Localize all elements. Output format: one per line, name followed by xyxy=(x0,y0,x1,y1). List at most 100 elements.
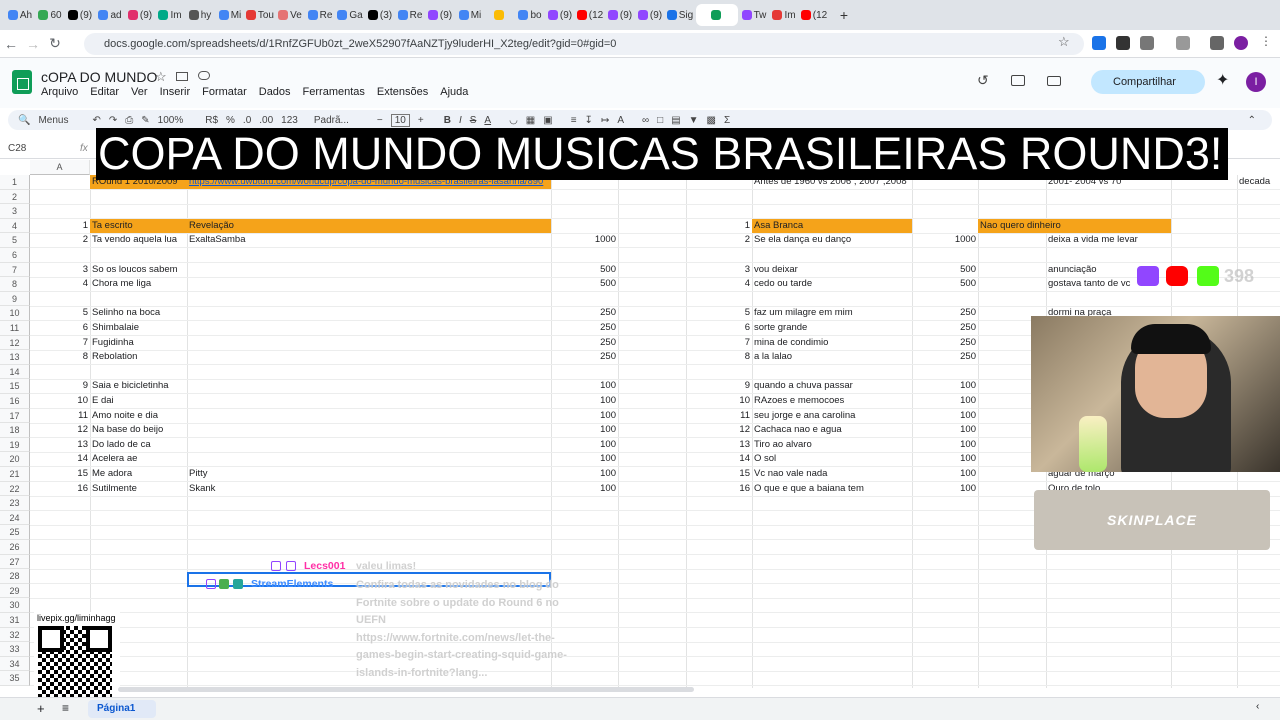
browser-tab[interactable]: (9) xyxy=(606,4,634,26)
cell-artist[interactable] xyxy=(187,379,287,393)
cell-points[interactable]: 100 xyxy=(912,409,978,423)
row-header[interactable]: 34 xyxy=(0,656,30,672)
browser-tab[interactable]: Re xyxy=(306,4,334,26)
text-color-icon[interactable]: A xyxy=(484,115,491,126)
cell-num[interactable]: 2 xyxy=(686,233,752,247)
row-header[interactable]: 14 xyxy=(0,364,30,380)
currency-button[interactable]: R$ xyxy=(205,115,218,126)
browser-tab[interactable]: Im xyxy=(770,4,798,26)
cell-num[interactable]: 7 xyxy=(30,336,90,350)
print-icon[interactable]: ⎙ xyxy=(125,115,133,126)
cell-song[interactable]: mina de condimio xyxy=(752,336,912,350)
cell-song[interactable]: O sol xyxy=(752,452,912,466)
browser-tab[interactable]: (9) xyxy=(126,4,154,26)
row-header[interactable]: 10 xyxy=(0,306,30,321)
browser-tab[interactable]: hy xyxy=(186,4,214,26)
cell-num[interactable]: 12 xyxy=(30,423,90,437)
cell-points[interactable]: 1000 xyxy=(912,233,978,247)
cell-song[interactable]: Do lado de ca xyxy=(90,438,187,452)
cell-num[interactable]: 4 xyxy=(30,277,90,291)
cell-artist[interactable]: ExaltaSamba xyxy=(187,233,287,247)
menu-icon[interactable]: ⋮ xyxy=(1260,34,1274,48)
comment-icon[interactable]: □ xyxy=(657,115,663,126)
meet-icon[interactable] xyxy=(1047,76,1061,86)
extension-icon[interactable] xyxy=(1092,36,1106,50)
cell-header[interactable]: Ta escrito xyxy=(90,218,187,233)
cell-num[interactable]: 7 xyxy=(686,336,752,350)
row-header[interactable]: 12 xyxy=(0,335,30,351)
cell-song[interactable]: Fugidinha xyxy=(90,336,187,350)
row-header[interactable]: 9 xyxy=(0,291,30,307)
cell-song[interactable]: Selinho na boca xyxy=(90,306,187,320)
cell-points[interactable]: 100 xyxy=(551,379,618,393)
cell-song[interactable]: Cachaca nao e agua xyxy=(752,423,912,437)
extension-icon[interactable] xyxy=(1210,36,1224,50)
cell-song[interactable]: Chora me liga xyxy=(90,277,187,291)
row-header[interactable]: 30 xyxy=(0,598,30,613)
row-header[interactable]: 2 xyxy=(0,189,30,205)
cell-num[interactable]: 14 xyxy=(686,452,752,466)
menu-item[interactable]: Extensões xyxy=(377,86,428,98)
row-header[interactable]: 23 xyxy=(0,496,30,511)
browser-tab[interactable]: Tou xyxy=(246,4,274,26)
cell-points[interactable]: 1000 xyxy=(551,233,618,247)
link-icon[interactable]: ∞ xyxy=(642,115,649,126)
collapse-icon[interactable]: ⌃ xyxy=(1248,115,1256,126)
cell-song[interactable]: RAzoes e memocoes xyxy=(752,394,912,408)
browser-tab[interactable] xyxy=(696,4,738,26)
row-header[interactable]: 21 xyxy=(0,467,30,482)
cell-song[interactable]: vou deixar xyxy=(752,263,912,277)
cell-points[interactable]: 100 xyxy=(551,394,618,408)
cell-song[interactable]: seu jorge e ana carolina xyxy=(752,409,912,423)
cell-song[interactable]: Se ela dança eu danço xyxy=(752,233,912,247)
cell-num[interactable]: 10 xyxy=(686,394,752,408)
undo-icon[interactable]: ↶ xyxy=(92,115,100,126)
cell-song[interactable]: Ta vendo aquela lua xyxy=(90,233,187,247)
menu-item[interactable]: Editar xyxy=(90,86,119,98)
browser-tab[interactable]: (9) xyxy=(636,4,664,26)
cell-points[interactable]: 250 xyxy=(912,321,978,335)
cell-points[interactable]: 250 xyxy=(912,306,978,320)
zoom-select[interactable]: 100% xyxy=(158,115,184,126)
cell-song[interactable]: Amo noite e dia xyxy=(90,409,187,423)
browser-tab[interactable]: Im xyxy=(156,4,184,26)
row-header[interactable]: 31 xyxy=(0,613,30,628)
cell-artist[interactable] xyxy=(187,336,287,350)
cell-song[interactable]: Acelera ae xyxy=(90,452,187,466)
cell-song[interactable]: So os loucos sabem xyxy=(90,263,187,277)
row-header[interactable]: 7 xyxy=(0,262,30,278)
search-icon[interactable]: 🔍 xyxy=(18,115,30,126)
cell-points[interactable]: 100 xyxy=(912,394,978,408)
cell-song[interactable]: sorte grande xyxy=(752,321,912,335)
cell-points[interactable]: 100 xyxy=(912,482,978,496)
cell-points[interactable]: 100 xyxy=(551,452,618,466)
cell-artist[interactable] xyxy=(187,423,287,437)
row-header[interactable]: 3 xyxy=(0,204,30,219)
cell-song[interactable]: Tiro ao alvaro xyxy=(752,438,912,452)
cell-song[interactable]: Na base do beijo xyxy=(90,423,187,437)
functions-icon[interactable]: Σ xyxy=(724,115,730,126)
browser-tab[interactable]: Tw xyxy=(740,4,768,26)
cell-points[interactable]: 100 xyxy=(912,467,978,481)
cell-song[interactable]: faz um milagre em mim xyxy=(752,306,912,320)
cell-num[interactable]: 1 xyxy=(686,219,752,233)
all-sheets-icon[interactable]: ≡ xyxy=(62,701,69,715)
row-header[interactable]: 15 xyxy=(0,379,30,394)
explore-icon[interactable]: ‹ xyxy=(1256,701,1259,712)
cloud-status-icon[interactable] xyxy=(198,71,210,80)
browser-tab[interactable]: Mi xyxy=(456,4,484,26)
row-header[interactable]: 18 xyxy=(0,423,30,438)
cell-artist[interactable]: Skank xyxy=(187,482,287,496)
cell-artist[interactable] xyxy=(187,350,287,364)
avatar[interactable]: I xyxy=(1246,72,1266,92)
row-header[interactable]: 17 xyxy=(0,408,30,424)
browser-tab[interactable]: Ve xyxy=(276,4,304,26)
cell-points[interactable]: 500 xyxy=(912,263,978,277)
cell-points[interactable]: 500 xyxy=(551,263,618,277)
column-header-a[interactable]: A xyxy=(30,160,90,175)
row-header[interactable]: 16 xyxy=(0,394,30,409)
menu-item[interactable]: Ajuda xyxy=(440,86,468,98)
cell-num[interactable]: 11 xyxy=(30,409,90,423)
browser-tab[interactable]: Re xyxy=(396,4,424,26)
font-size-input[interactable]: 10 xyxy=(390,113,410,127)
